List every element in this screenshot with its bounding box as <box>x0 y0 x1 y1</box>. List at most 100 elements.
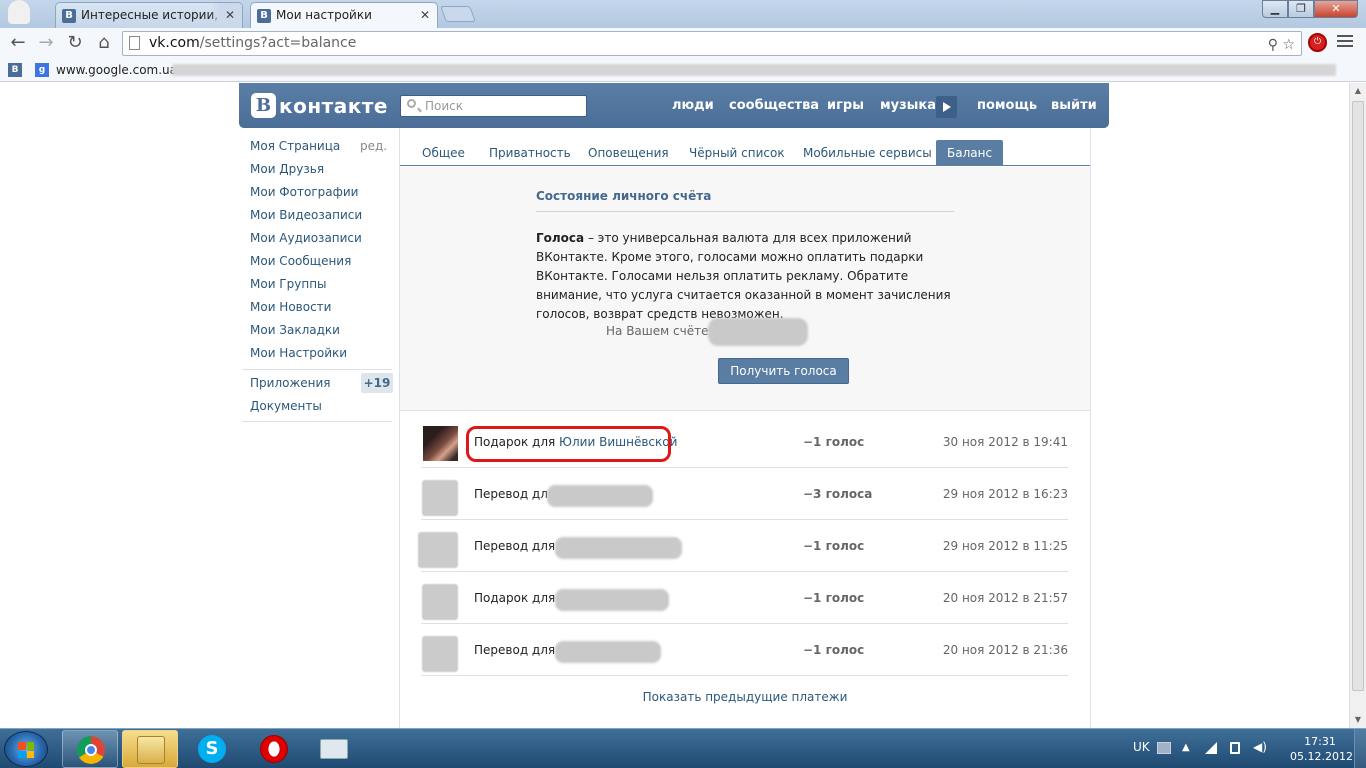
recipient-redacted <box>547 485 653 507</box>
avatar[interactable] <box>422 480 458 516</box>
clock[interactable]: 17:31 05.12.2012 <box>1290 734 1353 764</box>
sidebar-item-friends[interactable]: Мои Друзья <box>250 159 324 179</box>
tab-close-icon[interactable]: ✕ <box>420 3 430 27</box>
home-icon[interactable]: ⌂ <box>92 31 116 55</box>
close-window-button[interactable]: ✕ <box>1314 0 1358 18</box>
volume-icon[interactable]: ◀) <box>1253 740 1267 754</box>
apps-count-badge[interactable]: +19 <box>361 373 393 393</box>
sidebar-item-news[interactable]: Мои Новости <box>250 297 331 317</box>
url-path: /settings?act=balance <box>199 35 357 51</box>
battery-icon[interactable] <box>1230 742 1240 754</box>
sidebar-item-messages[interactable]: Мои Сообщения <box>250 251 351 271</box>
keyboard-layout-icon[interactable] <box>1157 742 1171 754</box>
show-hidden-icons-icon[interactable]: ▲ <box>1182 742 1196 754</box>
nav-games[interactable]: игры <box>827 83 864 128</box>
new-tab-button[interactable] <box>440 6 476 22</box>
vk-search-input[interactable]: Поиск <box>400 95 587 117</box>
account-label: На Вашем счёте: <box>606 324 713 338</box>
nav-communities[interactable]: сообщества <box>729 83 819 128</box>
scroll-up-arrow-icon[interactable]: ▲ <box>1350 83 1366 99</box>
bookmark-google[interactable]: www.google.com.ua <box>56 58 177 82</box>
tab-notifications[interactable]: Оповещения <box>577 140 680 165</box>
nav-music[interactable]: музыка <box>880 83 936 128</box>
windows-logo-icon <box>18 742 34 758</box>
page-scrollbar[interactable]: ▲ ▼ <box>1349 83 1366 728</box>
vk-favicon-icon: В <box>62 8 76 23</box>
forward-arrow-icon[interactable]: → <box>34 31 58 55</box>
back-arrow-icon[interactable]: ← <box>6 31 30 55</box>
vk-logo-letter: В <box>251 93 276 118</box>
recipient-redacted <box>555 641 661 663</box>
page-icon <box>129 36 140 50</box>
minimize-button[interactable]: ▁ <box>1262 0 1288 18</box>
sidebar-item-settings[interactable]: Мои Настройки <box>250 343 347 363</box>
tab-general[interactable]: Общее <box>411 140 476 165</box>
tab-blacklist[interactable]: Чёрный список <box>678 140 796 165</box>
reload-icon[interactable]: ↻ <box>63 31 87 55</box>
sidebar-item-photos[interactable]: Мои Фотографии <box>250 182 358 202</box>
clock-time: 17:31 <box>1304 735 1336 748</box>
menu-icon[interactable] <box>1337 35 1353 49</box>
payment-amount: −3 голоса <box>803 487 873 501</box>
show-desktop-button[interactable] <box>1354 729 1366 768</box>
get-votes-button[interactable]: Получить голоса <box>718 358 849 384</box>
sidebar-item-groups[interactable]: Мои Группы <box>250 274 327 294</box>
scroll-thumb[interactable] <box>1352 101 1364 691</box>
profile-icon[interactable] <box>8 0 30 24</box>
taskbar-chrome[interactable] <box>62 730 118 768</box>
explorer-icon <box>137 736 165 764</box>
maximize-button[interactable]: ❐ <box>1288 0 1314 18</box>
sidebar-item-audio[interactable]: Мои Аудиозаписи <box>250 228 362 248</box>
nav-logout[interactable]: выйти <box>1051 83 1097 128</box>
taskbar-skype[interactable]: S <box>184 730 240 768</box>
tab-close-icon[interactable]: ✕ <box>210 3 242 27</box>
sidebar-item-videos[interactable]: Мои Видеозаписи <box>250 205 362 225</box>
votes-term: Голоса <box>536 231 585 245</box>
sidebar-item-bookmarks[interactable]: Мои Закладки <box>250 320 340 340</box>
bookmark-star-icon[interactable]: ☆ <box>1282 37 1295 53</box>
tab-balance[interactable]: Баланс <box>936 140 1004 165</box>
zoom-icon[interactable]: ⚲ <box>1268 37 1278 53</box>
browser-tab-settings[interactable]: В Мои настройки ✕ <box>250 2 438 28</box>
nav-people[interactable]: люди <box>672 83 714 128</box>
tab-mobile[interactable]: Мобильные сервисы <box>792 140 943 165</box>
vk-favicon-icon: В <box>257 8 271 23</box>
payment-type: Перевод для <box>474 487 556 501</box>
taskbar-keyboard[interactable] <box>306 730 362 768</box>
settings-tabs: Общее Приватность Оповещения Чёрный спис… <box>400 140 1090 166</box>
payment-amount: −1 голос <box>803 591 865 605</box>
vk-logo[interactable]: В контакте <box>251 92 388 119</box>
browser-toolbar: ← → ↻ ⌂ vk.com/settings?act=balance ⚲ ☆ <box>0 28 1366 58</box>
taskbar-opera[interactable] <box>246 730 302 768</box>
start-button[interactable] <box>4 731 48 767</box>
scroll-down-arrow-icon[interactable]: ▼ <box>1350 712 1366 728</box>
show-previous-payments-link[interactable]: Показать предыдущие платежи <box>400 690 1090 704</box>
sidebar-item-apps[interactable]: Приложения <box>250 373 331 393</box>
opera-extension-icon[interactable]: ⏻ <box>1308 33 1327 52</box>
balance-title: Состояние личного счёта <box>536 189 712 203</box>
avatar[interactable] <box>423 426 458 461</box>
sidebar-edit-link[interactable]: ред. <box>360 136 387 156</box>
payment-date: 20 ноя 2012 в 21:36 <box>942 643 1068 657</box>
payment-type: Перевод для I <box>474 539 563 553</box>
address-bar[interactable]: vk.com/settings?act=balance ⚲ ☆ <box>122 31 1302 56</box>
vk-header: В контакте Поиск люди сообщества игры му… <box>239 83 1109 128</box>
payment-date: 20 ноя 2012 в 21:57 <box>942 591 1068 605</box>
avatar[interactable] <box>422 636 458 672</box>
language-indicator[interactable]: UK <box>1133 740 1150 754</box>
avatar[interactable] <box>422 584 458 620</box>
payment-row: Перевод для I −1 голос 29 ноя 2012 в 11:… <box>418 520 1068 572</box>
avatar[interactable] <box>418 532 458 568</box>
browser-tab-stories[interactable]: В Интересные истории, см ✕ <box>55 2 243 28</box>
clock-date: 05.12.2012 <box>1290 750 1353 763</box>
play-icon[interactable] <box>936 96 957 118</box>
vk-bookmark-icon[interactable]: В <box>8 63 22 77</box>
tab-privacy[interactable]: Приватность <box>478 140 582 165</box>
nav-help[interactable]: помощь <box>977 83 1037 128</box>
sidebar-item-my-page[interactable]: Моя Страница <box>250 136 340 156</box>
sidebar-item-documents[interactable]: Документы <box>250 396 322 416</box>
google-bookmark-icon[interactable]: g <box>35 63 49 77</box>
taskbar-explorer[interactable] <box>122 730 178 768</box>
payment-row: Перевод для Y −1 голос 20 ноя 2012 в 21:… <box>421 624 1068 676</box>
network-signal-icon[interactable] <box>1205 742 1217 754</box>
